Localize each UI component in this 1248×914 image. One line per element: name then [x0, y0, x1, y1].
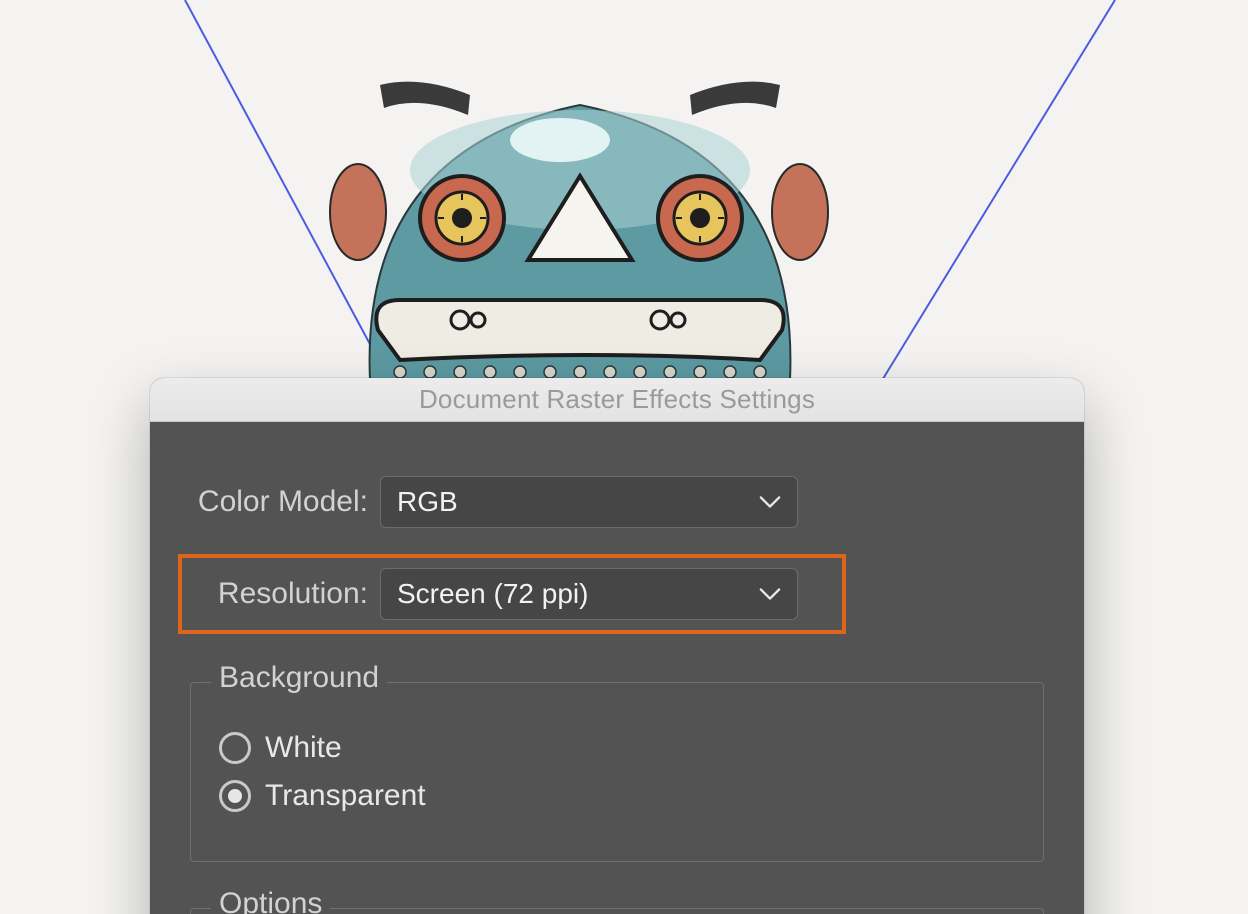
resolution-row-highlight: Resolution: Screen (72 ppi) [178, 554, 846, 634]
background-transparent-label: Transparent [265, 779, 426, 813]
dialog-titlebar[interactable]: Document Raster Effects Settings [150, 378, 1084, 422]
resolution-select[interactable]: Screen (72 ppi) [380, 568, 798, 620]
background-transparent-option[interactable]: Transparent [219, 779, 1015, 813]
dialog-body: Color Model: RGB Resolution: Screen (72 … [150, 422, 1084, 914]
color-model-select[interactable]: RGB [380, 476, 798, 528]
chevron-down-icon [759, 491, 781, 513]
options-fieldset: Options [190, 908, 1044, 914]
background-white-option[interactable]: White [219, 731, 1015, 765]
background-white-label: White [265, 731, 342, 765]
color-model-row: Color Model: RGB [188, 476, 1046, 528]
chevron-down-icon [759, 583, 781, 605]
dialog-title: Document Raster Effects Settings [419, 384, 815, 415]
radio-icon [219, 780, 251, 812]
options-legend: Options [211, 887, 330, 914]
raster-effects-dialog: Document Raster Effects Settings Color M… [150, 378, 1084, 914]
background-fieldset: Background White Transparent [190, 682, 1044, 862]
radio-icon [219, 732, 251, 764]
background-legend: Background [211, 661, 387, 695]
color-model-label: Color Model: [188, 485, 380, 519]
resolution-label: Resolution: [182, 577, 380, 611]
color-model-value: RGB [397, 486, 458, 518]
resolution-value: Screen (72 ppi) [397, 578, 588, 610]
